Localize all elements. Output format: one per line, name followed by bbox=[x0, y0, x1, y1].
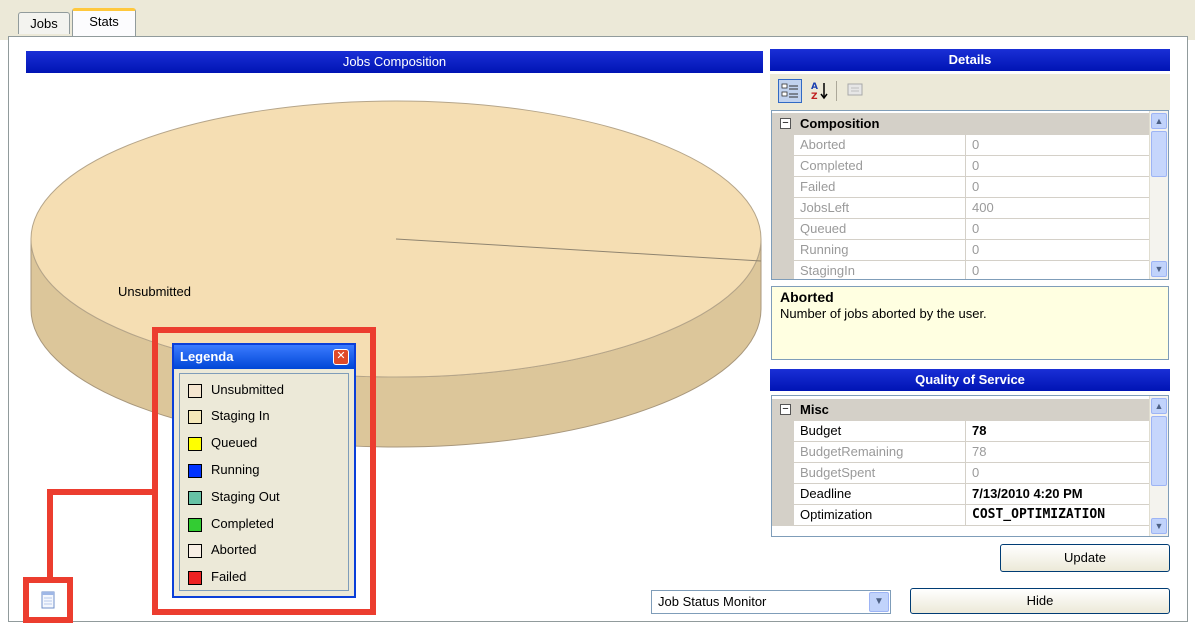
grid-row-stagingin[interactable]: StagingIn 0 bbox=[772, 261, 1150, 279]
pie-slice-label-unsubmitted: Unsubmitted bbox=[118, 284, 191, 299]
legend-item-unsubmitted: Unsubmitted bbox=[188, 380, 284, 400]
legend-swatch bbox=[188, 517, 202, 532]
toolbar-separator bbox=[836, 81, 837, 101]
scroll-up-icon[interactable]: ▲ bbox=[1151, 398, 1167, 414]
qos-header: Quality of Service bbox=[770, 369, 1170, 391]
legend-item-aborted: Aborted bbox=[188, 540, 257, 560]
collapse-icon[interactable]: − bbox=[780, 118, 791, 129]
highlight-connector-horizontal bbox=[47, 489, 155, 495]
details-scrollbar[interactable]: ▲ ▼ bbox=[1149, 111, 1168, 279]
legend-list: Unsubmitted Staging In Queued Running St… bbox=[179, 373, 349, 591]
grid-row-queued[interactable]: Queued 0 bbox=[772, 219, 1150, 240]
notepad-icon bbox=[41, 591, 55, 609]
legend-item-staging-in: Staging In bbox=[188, 406, 270, 426]
scroll-thumb[interactable] bbox=[1151, 416, 1167, 486]
tab-bar: Jobs Stats bbox=[0, 0, 1195, 40]
legend-item-completed: Completed bbox=[188, 514, 274, 534]
svg-text:Z: Z bbox=[811, 92, 818, 101]
sort-az-icon: A Z bbox=[811, 82, 828, 102]
collapse-icon[interactable]: − bbox=[780, 404, 791, 415]
details-property-grid: − Composition Aborted 0 Completed 0 Failed… bbox=[771, 110, 1169, 280]
legend-item-failed: Failed bbox=[188, 567, 246, 587]
categorized-icon bbox=[781, 83, 798, 98]
hide-button[interactable]: Hide bbox=[910, 588, 1170, 614]
description-text: Number of jobs aborted by the user. bbox=[780, 306, 987, 321]
legend-swatch bbox=[188, 463, 202, 478]
qos-property-grid: − Misc Budget 78 BudgetRemaining 78 Budget… bbox=[771, 395, 1169, 537]
monitor-select[interactable]: Job Status Monitor ▼ bbox=[651, 590, 891, 614]
scroll-up-icon[interactable]: ▲ bbox=[1151, 113, 1167, 129]
grid-row-optimization[interactable]: Optimization COST_OPTIMIZATION bbox=[772, 505, 1150, 526]
legend-swatch bbox=[188, 543, 202, 558]
legend-swatch bbox=[188, 570, 202, 585]
scroll-thumb[interactable] bbox=[1151, 131, 1167, 177]
chevron-down-icon[interactable]: ▼ bbox=[869, 592, 889, 612]
property-description: Aborted Number of jobs aborted by the us… bbox=[771, 286, 1169, 360]
grid-row-failed[interactable]: Failed 0 bbox=[772, 177, 1150, 198]
close-icon[interactable]: ✕ bbox=[333, 349, 349, 365]
tab-stats[interactable]: Stats bbox=[72, 8, 136, 36]
description-title: Aborted bbox=[780, 289, 834, 305]
highlight-connector-vertical bbox=[47, 489, 53, 577]
grid-row-aborted[interactable]: Aborted 0 bbox=[772, 135, 1150, 156]
legend-item-queued: Queued bbox=[188, 433, 257, 453]
grid-row-budgetspent[interactable]: BudgetSpent 0 bbox=[772, 463, 1150, 484]
legend-item-running: Running bbox=[188, 460, 259, 480]
qos-scrollbar[interactable]: ▲ ▼ bbox=[1149, 396, 1168, 536]
grid-row-budgetremaining[interactable]: BudgetRemaining 78 bbox=[772, 442, 1150, 463]
legend-window: Legenda ✕ Unsubmitted Staging In Queued … bbox=[172, 343, 356, 598]
legend-swatch bbox=[188, 409, 202, 424]
tab-jobs[interactable]: Jobs bbox=[18, 12, 70, 34]
category-misc[interactable]: − Misc bbox=[772, 399, 1150, 421]
legend-swatch bbox=[188, 383, 202, 398]
property-pages-button[interactable] bbox=[844, 79, 868, 103]
update-button[interactable]: Update bbox=[1000, 544, 1170, 572]
svg-text:A: A bbox=[811, 82, 818, 92]
scroll-down-icon[interactable]: ▼ bbox=[1151, 518, 1167, 534]
property-pages-icon bbox=[847, 83, 863, 96]
legend-swatch bbox=[188, 490, 202, 505]
legend-swatch bbox=[188, 436, 202, 451]
legend-title: Legenda bbox=[180, 349, 234, 364]
grid-row-running[interactable]: Running 0 bbox=[772, 240, 1150, 261]
alphabetical-sort-button[interactable]: A Z bbox=[808, 79, 832, 103]
grid-row-completed[interactable]: Completed 0 bbox=[772, 156, 1150, 177]
legend-title-bar: Legenda ✕ bbox=[174, 345, 354, 369]
grid-row-jobsleft[interactable]: JobsLeft 400 bbox=[772, 198, 1150, 219]
legend-item-staging-out: Staging Out bbox=[188, 487, 280, 507]
grid-row-deadline[interactable]: Deadline 7/13/2010 4:20 PM bbox=[772, 484, 1150, 505]
categorized-view-button[interactable] bbox=[778, 79, 802, 103]
jobs-composition-header: Jobs Composition bbox=[26, 51, 763, 73]
details-header: Details bbox=[770, 49, 1170, 71]
grid-row-budget[interactable]: Budget 78 bbox=[772, 421, 1150, 442]
monitor-select-value: Job Status Monitor bbox=[658, 594, 767, 609]
legend-toggle-button[interactable] bbox=[37, 589, 59, 611]
category-composition[interactable]: − Composition bbox=[772, 113, 1150, 135]
jobs-composition-pie-chart bbox=[30, 100, 762, 448]
property-grid-toolbar: A Z bbox=[770, 74, 1170, 110]
scroll-down-icon[interactable]: ▼ bbox=[1151, 261, 1167, 277]
